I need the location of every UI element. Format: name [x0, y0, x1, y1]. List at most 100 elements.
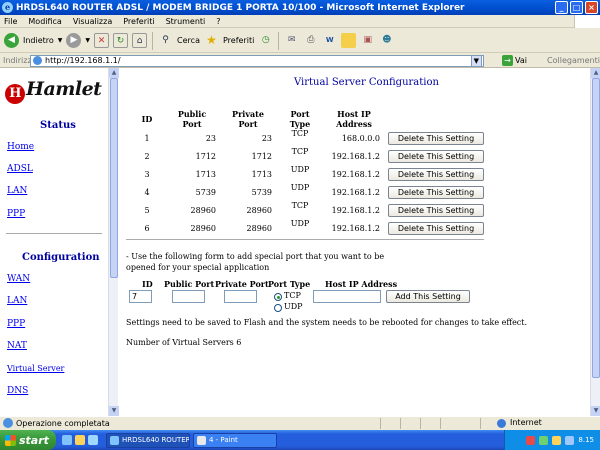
menu-strumenti[interactable]: Strumenti	[166, 17, 206, 26]
tray-network-icon[interactable]	[539, 435, 549, 445]
udp-radio[interactable]	[274, 304, 282, 312]
cell-id: 5	[144, 205, 150, 215]
scroll-up-icon[interactable]: ▲	[591, 68, 600, 78]
nav-link-nat[interactable]: NAT	[7, 341, 27, 351]
form-header-public-port: Public Port	[164, 279, 215, 289]
new-host-ip-input[interactable]	[313, 290, 381, 303]
go-label[interactable]: Vai	[515, 56, 527, 65]
form-instructions-line-2: opened for your special application	[126, 263, 270, 272]
ie-quicklaunch-icon[interactable]	[62, 435, 72, 445]
history-icon[interactable]: ◷	[258, 33, 273, 48]
minimize-button[interactable]: _	[555, 1, 568, 14]
back-arrow-icon[interactable]: ◀	[4, 33, 19, 48]
delete-setting-button[interactable]: Delete This Setting	[388, 203, 484, 217]
search-button-label[interactable]: Cerca	[177, 36, 200, 45]
add-setting-button[interactable]: Add This Setting	[386, 290, 470, 303]
menu-help[interactable]: ?	[216, 17, 220, 26]
start-button[interactable]: start	[0, 430, 56, 450]
back-button-label[interactable]: Indietro	[23, 36, 54, 45]
col-header-port-type: Port Type	[289, 109, 311, 129]
tray-shield-icon[interactable]	[526, 435, 536, 445]
menu-preferiti[interactable]: Preferiti	[123, 17, 154, 26]
mail-icon[interactable]: ✉	[284, 33, 299, 48]
table-row: 5 28960 28960 TCP 192.168.1.2 Delete Thi…	[130, 201, 492, 219]
menu-visualizza[interactable]: Visualizza	[73, 17, 112, 26]
stop-icon[interactable]: ✕	[94, 33, 110, 48]
home-icon[interactable]: ⌂	[132, 33, 148, 48]
nav-link-lan-status[interactable]: LAN	[7, 186, 27, 196]
explorer-quicklaunch-icon[interactable]	[88, 435, 98, 445]
tray-app-icon[interactable]	[565, 435, 575, 445]
address-dropdown-icon[interactable]: ▼	[470, 54, 483, 67]
scroll-down-icon[interactable]: ▼	[591, 406, 600, 416]
cell-port-type: UDP	[290, 165, 310, 174]
folder-icon[interactable]	[341, 33, 357, 48]
new-public-port-input[interactable]	[172, 290, 205, 303]
menu-modifica[interactable]: Modifica	[28, 17, 61, 26]
links-button[interactable]: Collegamenti	[547, 56, 600, 65]
word-icon[interactable]: W	[322, 33, 337, 48]
go-arrow-icon[interactable]: →	[502, 55, 514, 66]
clock: 8.15	[578, 436, 594, 444]
page-icon	[33, 56, 42, 65]
scrollbar-thumb[interactable]	[592, 78, 600, 378]
toolbar-separator	[278, 31, 280, 50]
delete-setting-button[interactable]: Delete This Setting	[388, 131, 484, 145]
virtual-server-table: ID Public Port Private Port Port Type Ho…	[130, 109, 492, 237]
delete-setting-button[interactable]: Delete This Setting	[388, 221, 484, 235]
windows-flag-icon	[574, 15, 600, 28]
form-header-private-port: Private Port	[215, 279, 269, 289]
forward-arrow-icon[interactable]: ▶	[66, 33, 82, 48]
tcp-radio-label[interactable]: TCP	[284, 291, 301, 300]
ie-logo-icon: e	[2, 2, 13, 13]
new-private-port-input[interactable]	[224, 290, 257, 303]
col-header-public-port: Public Port	[177, 109, 207, 129]
delete-setting-button[interactable]: Delete This Setting	[388, 149, 484, 163]
taskbar-item-paint[interactable]: 4 - Paint	[193, 432, 277, 448]
discuss-icon[interactable]: ▣	[360, 33, 375, 48]
address-input[interactable]: http://192.168.1.1/	[30, 54, 484, 67]
nav-link-adsl[interactable]: ADSL	[7, 164, 33, 174]
nav-link-ppp-config[interactable]: PPP	[7, 319, 25, 329]
favorites-star-icon[interactable]: ★	[204, 33, 219, 48]
nav-link-virtual-server[interactable]: Virtual Server	[7, 364, 64, 373]
print-icon[interactable]: ⎙	[303, 33, 318, 48]
maximize-button[interactable]: □	[570, 1, 583, 14]
nav-link-wan[interactable]: WAN	[7, 274, 30, 284]
windows-logo-icon	[5, 434, 16, 446]
tray-speaker-icon[interactable]	[552, 435, 562, 445]
address-url[interactable]: http://192.168.1.1/	[45, 56, 121, 65]
nav-link-ppp-status[interactable]: PPP	[7, 209, 25, 219]
start-label[interactable]: start	[19, 434, 49, 447]
refresh-icon[interactable]: ↻	[113, 33, 129, 48]
close-button[interactable]: ×	[585, 1, 598, 14]
nav-frame-scrollbar[interactable]: ▲ ▼	[108, 68, 119, 416]
udp-radio-label[interactable]: UDP	[284, 302, 303, 311]
tcp-radio[interactable]	[274, 293, 282, 301]
ie-task-icon	[110, 435, 119, 445]
form-instructions: - Use the following form to add special …	[126, 251, 384, 273]
new-id-input[interactable]: 7	[129, 290, 152, 303]
nav-link-home[interactable]: Home	[7, 142, 34, 152]
go-button[interactable]: → Vai	[502, 55, 527, 66]
forward-dropdown-icon[interactable]: ▼	[85, 37, 90, 44]
back-dropdown-icon[interactable]: ▼	[58, 37, 63, 44]
taskbar-item-router[interactable]: HRDSL640 ROUTER A...	[106, 432, 190, 448]
main-frame-scrollbar[interactable]: ▲ ▼	[590, 68, 600, 416]
nav-link-dns[interactable]: DNS	[7, 386, 28, 396]
task-label[interactable]: 4 - Paint	[209, 436, 238, 444]
delete-setting-button[interactable]: Delete This Setting	[388, 167, 484, 181]
desktop-quicklaunch-icon[interactable]	[75, 435, 85, 445]
menu-file[interactable]: File	[4, 17, 17, 26]
task-label[interactable]: HRDSL640 ROUTER A...	[122, 436, 189, 444]
favorites-button-label[interactable]: Preferiti	[223, 36, 254, 45]
messenger-icon[interactable]: ☻	[379, 33, 394, 48]
address-bar: Indirizzo http://192.168.1.1/ ▼ → Vai Co…	[0, 54, 600, 68]
nav-link-lan-config[interactable]: LAN	[7, 296, 27, 306]
cell-public-port: 23	[205, 133, 216, 143]
table-row: 2 1712 1712 TCP 192.168.1.2 Delete This …	[130, 147, 492, 165]
delete-setting-button[interactable]: Delete This Setting	[388, 185, 484, 199]
status-divider	[440, 418, 441, 429]
scrollbar-thumb[interactable]	[110, 78, 118, 278]
search-icon[interactable]: ⚲	[158, 33, 173, 48]
